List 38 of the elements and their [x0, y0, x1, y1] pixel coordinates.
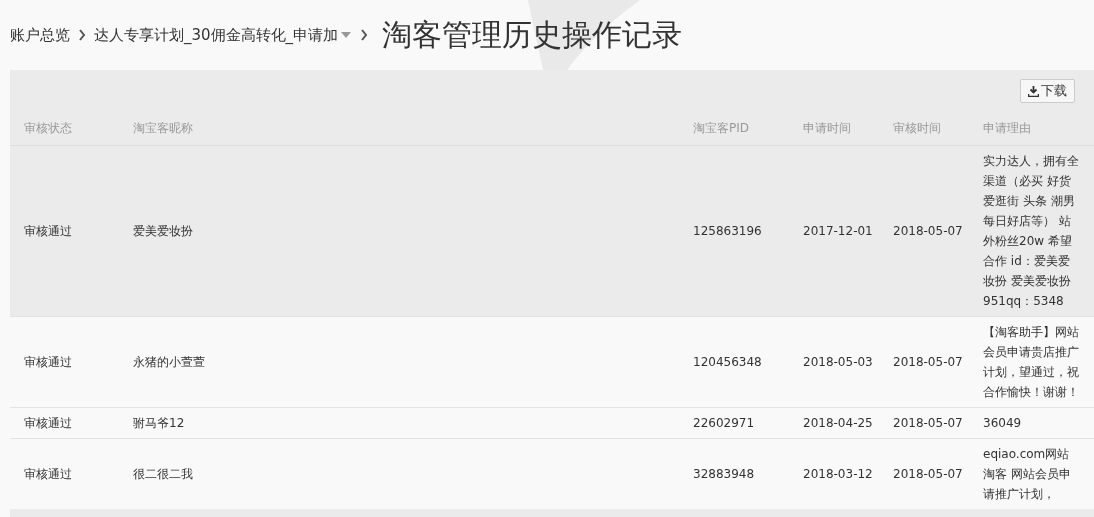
page-title: 淘客管理历史操作记录 — [382, 15, 683, 54]
column-header: 审核时间 — [893, 120, 942, 137]
table-cell-text: 2018-05-07 — [893, 466, 964, 483]
breadcrumb-link[interactable]: 达人专享计划_30佣金高转化_申请加 — [94, 25, 339, 45]
table-cell-text: 爱美爱妆扮 — [133, 222, 194, 240]
table-cell-text: 120456348 — [693, 354, 763, 371]
table-cell-text: eqiao.com网站淘客 网站会员申请推广计划， — [983, 446, 1072, 503]
column-header: 申请时间 — [803, 120, 852, 137]
table-cell-text: 驸马爷12 — [133, 414, 186, 432]
download-icon — [1028, 85, 1039, 97]
table-cell-text: 审核通过 — [24, 414, 73, 432]
column-header: 淘宝客PID — [693, 120, 750, 137]
table-cell-text: 36049 — [983, 415, 1023, 432]
column-header: 申请理由 — [983, 120, 1032, 137]
breadcrumb-link[interactable]: 账户总览 — [10, 25, 70, 45]
chevron-icon — [78, 29, 86, 41]
table-cell-text: 审核通过 — [24, 353, 73, 371]
table-cell-text: 审核通过 — [24, 222, 73, 240]
table-cell-text: 实力达人，拥有全渠道（必买 好货爱逛街 头条 潮男每日好店等） 站外粉丝20w 希望合作 id：爱美爱妆扮 爱美爱妆扮951qq：5348 — [983, 153, 1080, 310]
column-header: 淘宝客昵称 — [133, 120, 194, 137]
table-cell-text: 32883948 — [693, 466, 756, 483]
table-cell-text: 2018-04-25 — [803, 415, 874, 432]
caret-icon[interactable] — [340, 31, 353, 39]
table-cell-text: 2018-03-12 — [803, 466, 874, 483]
table-cell-text: 审核通过 — [24, 465, 73, 483]
table-cell-text: 【淘客助手】网站会员申请贵店推广计划，望通过，祝合作愉快！谢谢！ — [983, 324, 1080, 401]
chevron-icon — [360, 29, 369, 41]
table-cell-text: 2018-05-07 — [893, 354, 964, 371]
column-header: 审核状态 — [24, 120, 73, 137]
table-cell-text: 2017-12-01 — [803, 223, 874, 240]
table-cell-text: 2018-05-07 — [893, 223, 964, 240]
table-cell-text: 125863196 — [693, 223, 763, 240]
download-button[interactable]: 下载 — [1020, 79, 1075, 103]
table-cell-text: 2018-05-07 — [893, 415, 964, 432]
table-cell-text: 2018-05-03 — [803, 354, 874, 371]
table-cell-text: 永猪的小萱萱 — [133, 353, 206, 371]
table-cell-text: 很二很二我 — [133, 465, 194, 483]
table-cell-text: 22602971 — [693, 415, 756, 432]
